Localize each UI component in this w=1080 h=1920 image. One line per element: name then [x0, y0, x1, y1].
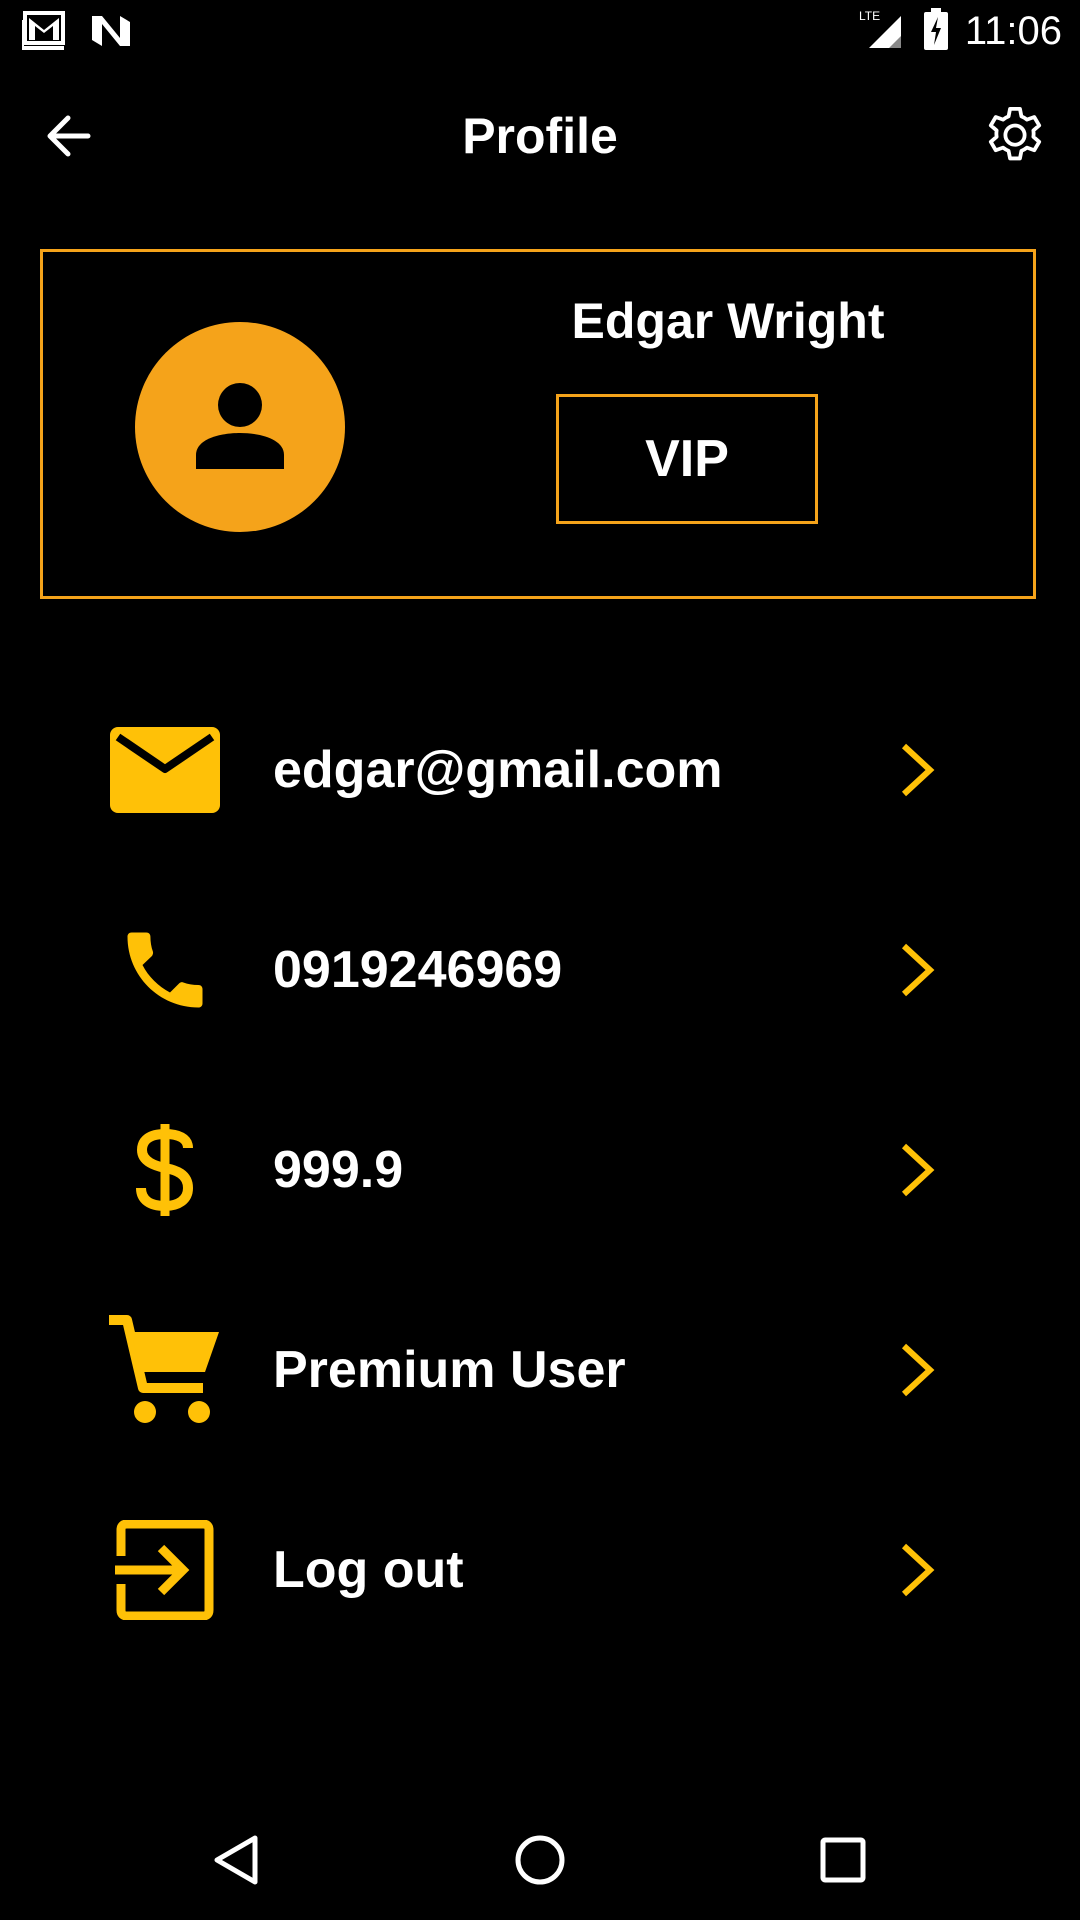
- menu-item-balance[interactable]: 999.9: [0, 1100, 1080, 1240]
- chevron-right-icon: [901, 1143, 935, 1197]
- menu-item-phone[interactable]: 0919246969: [0, 900, 1080, 1040]
- settings-button[interactable]: [980, 103, 1050, 173]
- network-label: LTE: [859, 9, 880, 23]
- page-title: Profile: [462, 108, 618, 164]
- profile-card: Edgar Wright VIP: [40, 249, 1036, 599]
- menu-item-logout[interactable]: Log out: [0, 1500, 1080, 1640]
- status-time: 11:06: [964, 9, 1062, 53]
- back-triangle-icon: [214, 1835, 258, 1885]
- n-icon: [90, 10, 132, 57]
- vip-badge: VIP: [556, 394, 818, 524]
- chevron-right-icon: [901, 743, 935, 797]
- chevron-right-icon: [901, 1543, 935, 1597]
- email-icon: [110, 727, 220, 813]
- logout-label: Log out: [273, 1541, 464, 1599]
- phone-icon: [127, 932, 203, 1008]
- nav-recents-button[interactable]: [813, 1830, 873, 1890]
- status-bar: LTE 11:06: [0, 0, 1080, 63]
- system-nav-bar: [0, 1800, 1080, 1920]
- phone-label: 0919246969: [273, 941, 563, 999]
- cart-icon: [109, 1315, 219, 1423]
- signal-icon: LTE: [859, 8, 907, 55]
- nav-home-button[interactable]: [510, 1830, 570, 1890]
- menu-item-premium[interactable]: Premium User: [0, 1300, 1080, 1440]
- app-bar: Profile: [0, 63, 1080, 213]
- menu-item-email[interactable]: edgar@gmail.com: [0, 700, 1080, 840]
- balance-label: 999.9: [273, 1141, 404, 1199]
- gmail-icon: [20, 10, 70, 57]
- avatar[interactable]: [135, 322, 345, 532]
- person-icon: [196, 383, 284, 469]
- gear-icon: [988, 106, 1042, 161]
- logout-icon: [115, 1520, 214, 1620]
- user-name: Edgar Wright: [571, 293, 885, 349]
- recents-square-icon: [820, 1837, 866, 1883]
- email-label: edgar@gmail.com: [273, 741, 723, 799]
- premium-label: Premium User: [273, 1341, 626, 1399]
- dollar-icon: [136, 1124, 194, 1216]
- nav-back-button[interactable]: [207, 1830, 267, 1890]
- chevron-right-icon: [901, 943, 935, 997]
- battery-charging-icon: [923, 8, 949, 55]
- chevron-right-icon: [901, 1343, 935, 1397]
- home-circle-icon: [515, 1835, 565, 1885]
